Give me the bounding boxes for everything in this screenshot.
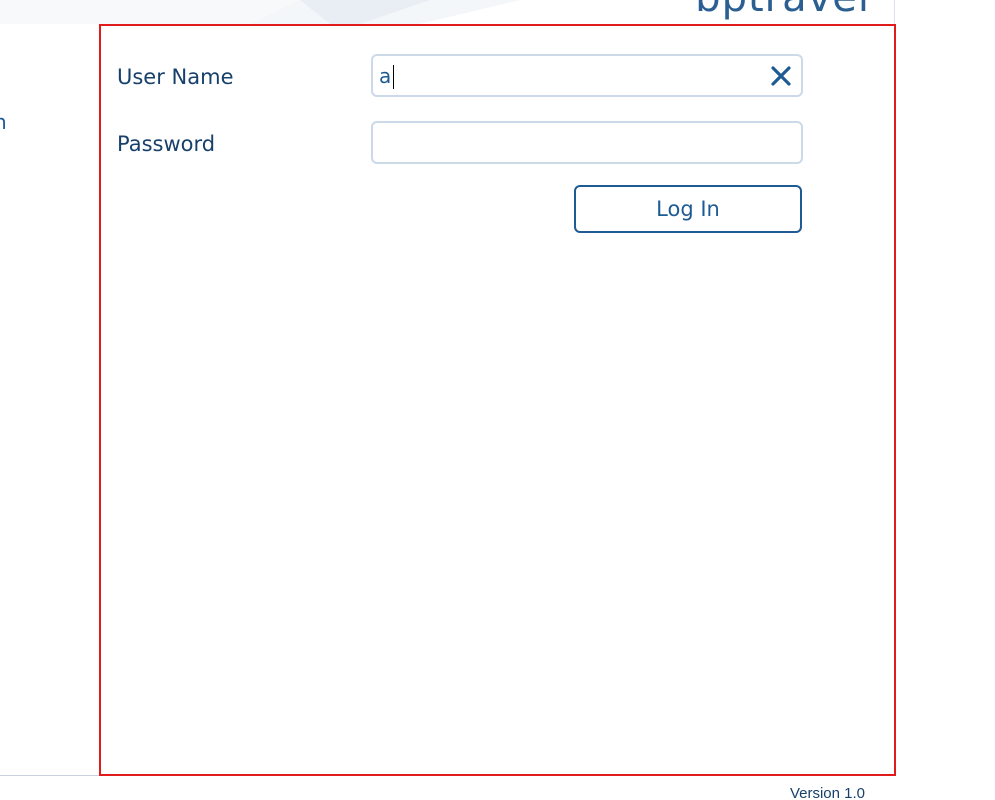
close-x-icon[interactable] <box>769 64 793 88</box>
text-caret <box>393 65 394 89</box>
username-field[interactable] <box>371 54 803 97</box>
header-decoration <box>0 0 520 24</box>
header-divider <box>894 0 895 24</box>
brand-logo: bptravel <box>695 0 870 18</box>
username-label: User Name <box>117 65 234 89</box>
username-input[interactable] <box>379 56 759 95</box>
password-field[interactable] <box>371 121 803 164</box>
version-label: Version 1.0 <box>789 785 865 800</box>
login-button[interactable]: Log In <box>574 185 802 233</box>
password-input[interactable] <box>379 123 759 162</box>
login-panel: User Name Password Log In <box>99 24 896 776</box>
login-page: bptravel n User Name Password Log In Ver… <box>0 0 995 800</box>
footer-divider <box>0 775 100 776</box>
left-nav-item[interactable]: n <box>0 110 7 134</box>
password-label: Password <box>117 132 216 156</box>
